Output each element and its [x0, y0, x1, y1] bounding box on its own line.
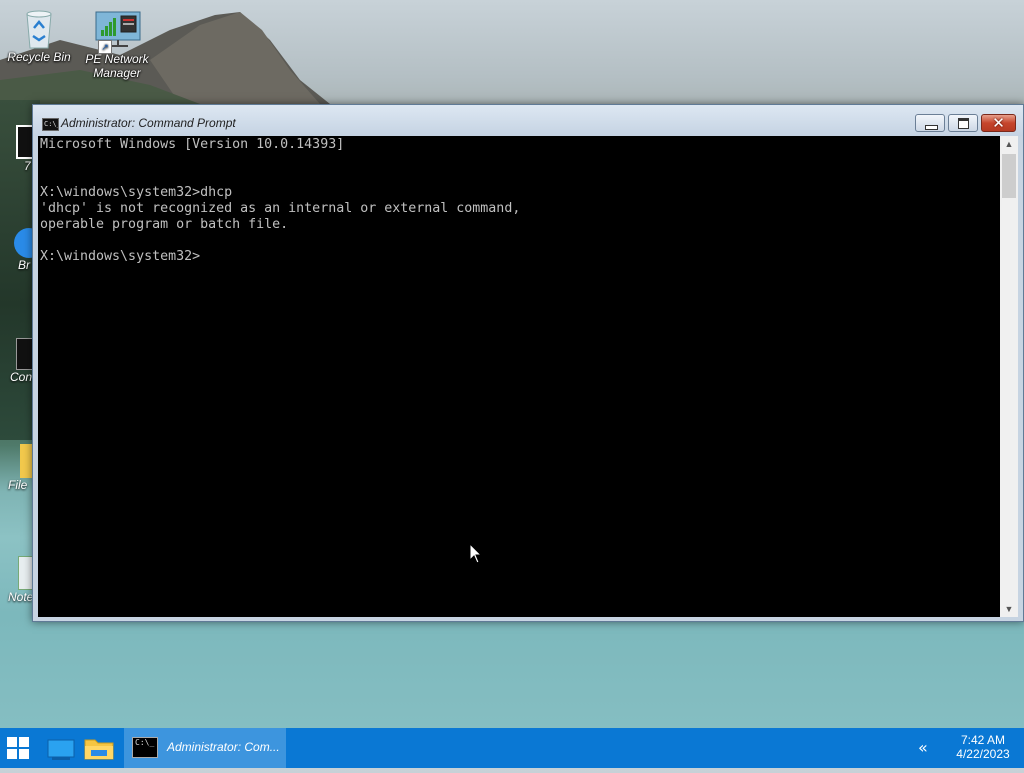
- maximize-button[interactable]: [948, 114, 978, 132]
- cmd-icon: C:\_: [42, 118, 59, 131]
- taskbar-item-label: Administrator: Com...: [167, 740, 280, 754]
- vertical-scrollbar[interactable]: ▲ ▼: [1000, 136, 1018, 617]
- minimize-button[interactable]: [915, 114, 945, 132]
- taskbar-file-explorer[interactable]: [80, 728, 118, 768]
- scrollbar-thumb[interactable]: [1002, 154, 1016, 198]
- desktop-icon-partial[interactable]: Note: [0, 556, 34, 620]
- desktop-icon-label: PE Network Manager: [85, 52, 149, 80]
- desktop-icon-label: Recycle Bin: [7, 50, 71, 64]
- taskbar-item-command-prompt[interactable]: C:\_ Administrator: Com...: [124, 728, 286, 768]
- maximize-icon: [958, 118, 969, 129]
- recycle-bin-icon: [19, 8, 59, 49]
- desktop-icon-pe-network-manager[interactable]: ↗ PE Network Manager: [82, 10, 152, 80]
- minimize-icon: [925, 125, 938, 130]
- clock-date: 4/22/2023: [956, 747, 1010, 761]
- taskbar: C:\_ Administrator: Com... « 7:42 AM 4/2…: [0, 728, 1024, 768]
- mouse-pointer-icon: [469, 543, 483, 564]
- shortcut-arrow-icon: ↗: [98, 40, 112, 54]
- window-title: Administrator: Command Prompt: [61, 116, 236, 130]
- browser-icon: [14, 228, 34, 258]
- close-button[interactable]: ✕: [981, 114, 1016, 132]
- scroll-down-icon[interactable]: ▼: [1000, 601, 1018, 617]
- network-manager-icon: ↗: [94, 10, 141, 54]
- console-output[interactable]: Microsoft Windows [Version 10.0.14393] X…: [38, 136, 1000, 617]
- command-prompt-window[interactable]: C:\_ Administrator: Command Prompt ✕ Mic…: [32, 104, 1024, 622]
- console-line: X:\windows\system32>dhcp: [40, 185, 233, 200]
- clock-time: 7:42 AM: [960, 733, 1006, 747]
- window-titlebar[interactable]: C:\_ Administrator: Command Prompt ✕: [33, 105, 1023, 136]
- taskbar-pinned-app[interactable]: [42, 728, 80, 768]
- folder-icon: [84, 739, 114, 760]
- cmd-icon: C:\_: [132, 737, 158, 758]
- desktop-icon-partial[interactable]: 7: [0, 125, 34, 183]
- task-view-icon: [47, 739, 75, 760]
- system-clock[interactable]: 7:42 AM 4/22/2023: [950, 733, 1016, 761]
- console-line: Microsoft Windows [Version 10.0.14393]: [40, 137, 345, 152]
- close-icon: ✕: [992, 114, 1005, 132]
- scroll-up-icon[interactable]: ▲: [1000, 136, 1018, 152]
- console-line: 'dhcp' is not recognized as an internal …: [40, 201, 521, 216]
- show-hidden-icons-button[interactable]: «: [918, 738, 928, 757]
- console-prompt-line: X:\windows\system32>: [40, 249, 201, 264]
- desktop-icon-partial[interactable]: File: [0, 444, 34, 508]
- desktop-icon-partial[interactable]: Br: [0, 228, 34, 292]
- start-button[interactable]: [0, 728, 38, 768]
- console-line: operable program or batch file.: [40, 217, 289, 232]
- desktop-icon-partial[interactable]: Con: [0, 338, 34, 402]
- desktop-icon-recycle-bin[interactable]: Recycle Bin: [4, 8, 74, 64]
